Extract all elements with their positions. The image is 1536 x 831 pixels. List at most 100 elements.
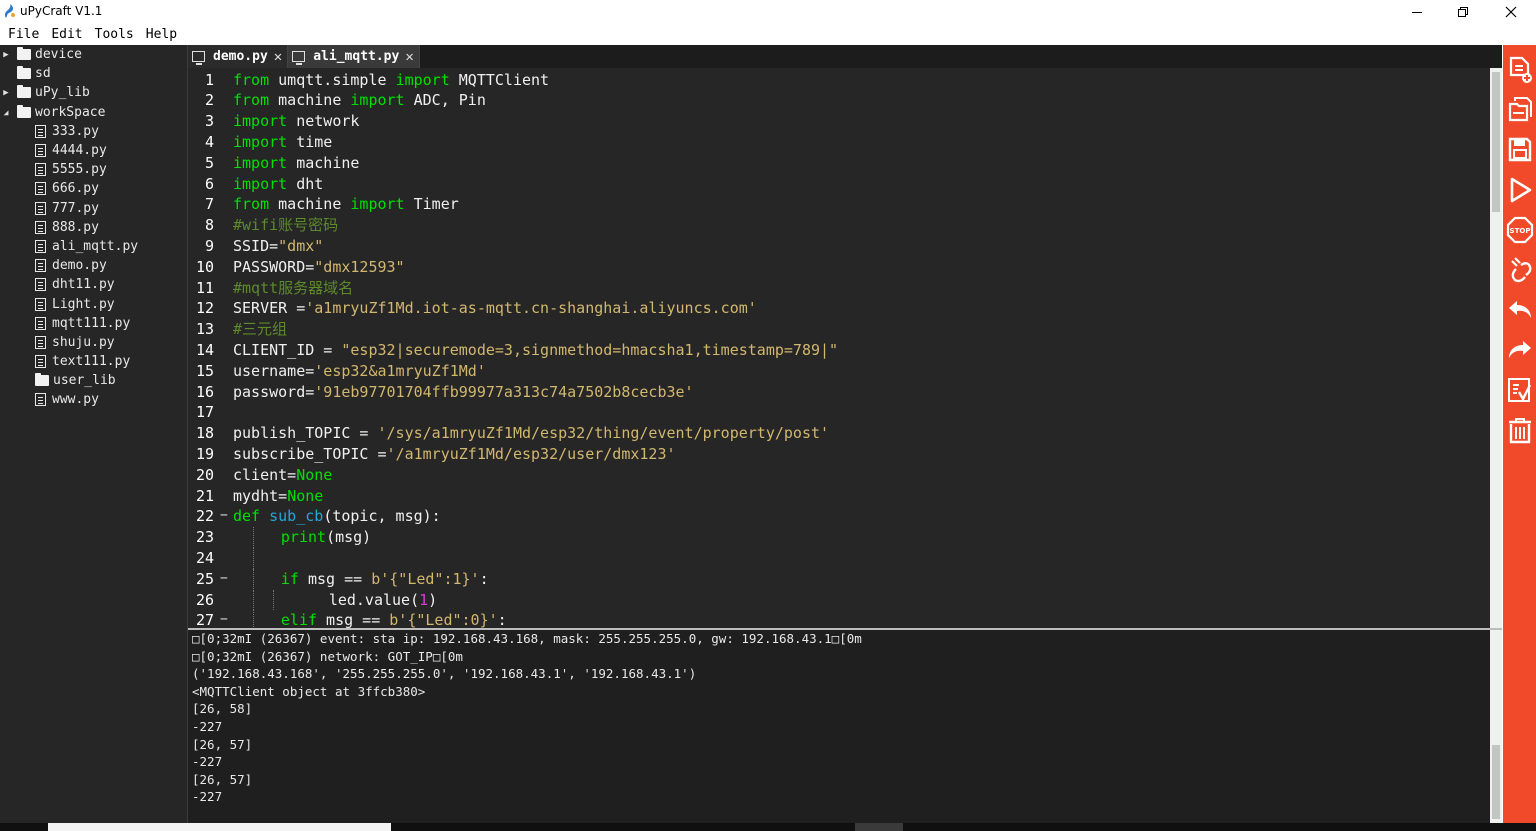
line-number: 15 bbox=[195, 361, 214, 380]
svg-text:STOP: STOP bbox=[1510, 227, 1531, 235]
terminal-scroll-thumb[interactable] bbox=[1492, 745, 1500, 819]
code-token: print bbox=[280, 528, 327, 547]
tree-item-label: 666.py bbox=[52, 181, 99, 197]
fold-marker-icon[interactable]: − bbox=[220, 506, 228, 527]
code-token: "dmx" bbox=[278, 236, 324, 255]
code-line: 16 password='91eb97701704ffb99977a313c74a… bbox=[188, 382, 1490, 403]
tree-item-light-py[interactable]: Light.py bbox=[0, 294, 187, 313]
code-line: 18 publish_TOPIC = '/sys/a1mryuZf1Md/esp3… bbox=[188, 423, 1490, 444]
tab-close-icon[interactable]: ✕ bbox=[405, 49, 413, 65]
tree-item-mqtt111-py[interactable]: mqtt111.py bbox=[0, 314, 187, 333]
terminal-output[interactable]: □[0;32mI (26367) event: sta ip: 192.168.… bbox=[188, 630, 1490, 823]
code-token: : bbox=[479, 569, 489, 588]
restore-button[interactable] bbox=[1440, 0, 1486, 24]
code-token: elif bbox=[280, 611, 318, 628]
code-line: 6 import dht bbox=[188, 174, 1490, 195]
terminal-scrollbar[interactable] bbox=[1490, 630, 1502, 823]
tree-item-upy-lib[interactable]: ▶ uPy_lib bbox=[0, 83, 187, 102]
code-token: #wifi账号密码 bbox=[233, 216, 339, 235]
code-editor[interactable]: 1 from umqtt.simple import MQTTClient 2 fro… bbox=[188, 68, 1490, 628]
code-token: SSID= bbox=[233, 236, 279, 255]
tree-item-label: 888.py bbox=[52, 219, 99, 235]
tree-item-label: workSpace bbox=[35, 104, 106, 120]
expand-arrow-icon[interactable]: ▶ bbox=[0, 45, 12, 64]
window-title: uPyCraft V1.1 bbox=[20, 4, 103, 18]
undo-button[interactable] bbox=[1503, 290, 1536, 330]
taskbar-item[interactable] bbox=[855, 823, 903, 831]
tab-demo-py[interactable]: demo.py ✕ bbox=[188, 45, 289, 68]
connect-button[interactable] bbox=[1503, 250, 1536, 290]
menu-edit[interactable]: Edit bbox=[45, 24, 88, 45]
fold-marker-icon[interactable]: − bbox=[220, 569, 228, 590]
indent-guide bbox=[252, 589, 254, 611]
tree-item-shuju-py[interactable]: shuju.py bbox=[0, 333, 187, 352]
open-file-button[interactable] bbox=[1503, 90, 1536, 130]
fold-marker-icon[interactable]: − bbox=[220, 610, 228, 628]
tree-item-demo-py[interactable]: demo.py bbox=[0, 256, 187, 275]
tree-item-ali-mqtt-py[interactable]: ali_mqtt.py bbox=[0, 237, 187, 256]
close-button[interactable] bbox=[1488, 0, 1534, 24]
code-line: 4 import time bbox=[188, 132, 1490, 153]
code-text: username='esp32&a1mryuZf1Md' bbox=[233, 361, 486, 382]
tree-item-text111-py[interactable]: text111.py bbox=[0, 352, 187, 371]
code-line: 9 SSID="dmx" bbox=[188, 236, 1490, 257]
folder-icon bbox=[35, 373, 49, 387]
line-number: 24 bbox=[195, 548, 214, 567]
editor-scrollbar[interactable] bbox=[1490, 68, 1502, 628]
download-and-run-button[interactable] bbox=[1503, 170, 1536, 210]
file-icon bbox=[35, 163, 46, 177]
indent-guide bbox=[252, 547, 254, 569]
menu-file[interactable]: File bbox=[0, 24, 45, 45]
tree-item-dht11-py[interactable]: dht11.py bbox=[0, 275, 187, 294]
tree-item-user-lib[interactable]: user_lib bbox=[0, 371, 187, 390]
tree-item-4444-py[interactable]: 4444.py bbox=[0, 141, 187, 160]
syntax-check-button[interactable] bbox=[1503, 370, 1536, 410]
tree-item-www-py[interactable]: www.py bbox=[0, 390, 187, 409]
monitor-icon bbox=[192, 51, 205, 65]
tree-item-device[interactable]: ▶ device bbox=[0, 45, 187, 64]
redo-icon bbox=[1509, 341, 1531, 358]
editor-tab-bar: demo.py ✕ ali_mqtt.py ✕ bbox=[188, 45, 1502, 68]
code-line: 17 bbox=[188, 402, 1490, 423]
redo-button[interactable] bbox=[1503, 330, 1536, 370]
code-text: from machine import Timer bbox=[233, 194, 459, 215]
code-line: 7 from machine import Timer bbox=[188, 194, 1490, 215]
tab-ali-mqtt-py[interactable]: ali_mqtt.py ✕ bbox=[288, 45, 420, 68]
stop-button[interactable]: STOP bbox=[1503, 210, 1536, 250]
minimize-button[interactable] bbox=[1394, 0, 1440, 24]
indent-guide bbox=[252, 610, 254, 628]
code-text: from umqtt.simple import MQTTClient bbox=[233, 70, 549, 91]
code-token: time bbox=[287, 132, 333, 151]
taskbar-search-box[interactable] bbox=[48, 823, 391, 831]
save-button[interactable] bbox=[1503, 130, 1536, 170]
folder-icon bbox=[17, 104, 31, 118]
collapse-arrow-icon[interactable]: ◢ bbox=[0, 103, 12, 122]
code-token: 'a1mryuZf1Md.iot-as-mqtt.cn-shanghai.ali… bbox=[305, 299, 757, 318]
tree-item-workspace[interactable]: ◢ workSpace bbox=[0, 103, 187, 122]
code-text: mydht=None bbox=[233, 486, 323, 507]
code-token: sub_cb bbox=[269, 507, 324, 526]
code-token: from bbox=[233, 195, 270, 214]
line-number: 14 bbox=[195, 340, 214, 359]
tree-item-777-py[interactable]: 777.py bbox=[0, 199, 187, 218]
clear-icon bbox=[1509, 418, 1531, 444]
menu-help[interactable]: Help bbox=[140, 24, 183, 45]
line-number: 7 bbox=[204, 195, 214, 214]
expand-arrow-icon[interactable]: ▶ bbox=[0, 83, 12, 102]
tree-item-333-py[interactable]: 333.py bbox=[0, 122, 187, 141]
menu-tools[interactable]: Tools bbox=[89, 24, 140, 45]
save-icon bbox=[1508, 137, 1532, 162]
clear-button[interactable] bbox=[1503, 410, 1536, 450]
code-text: #mqtt服务器域名 bbox=[233, 278, 353, 299]
tree-item-sd[interactable]: sd bbox=[0, 64, 187, 83]
tree-item-label: www.py bbox=[52, 392, 99, 408]
tab-close-icon[interactable]: ✕ bbox=[274, 49, 282, 65]
code-line: 24 bbox=[188, 547, 1490, 569]
tree-item-666-py[interactable]: 666.py bbox=[0, 179, 187, 198]
tree-item-5555-py[interactable]: 5555.py bbox=[0, 160, 187, 179]
new-file-button[interactable] bbox=[1503, 50, 1536, 90]
tree-item-888-py[interactable]: 888.py bbox=[0, 218, 187, 237]
editor-scroll-thumb[interactable] bbox=[1492, 72, 1500, 212]
code-token: from bbox=[233, 91, 270, 110]
